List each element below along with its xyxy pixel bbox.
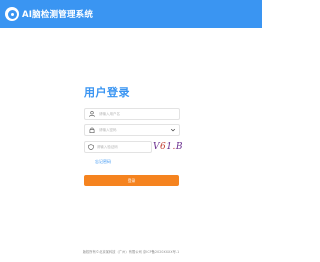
- user-icon: [87, 109, 97, 119]
- captcha-image[interactable]: V 6 1 . B: [153, 140, 182, 154]
- username-input[interactable]: [99, 109, 169, 119]
- password-input[interactable]: [99, 125, 169, 135]
- captcha-icon: [87, 142, 95, 152]
- app-header: AI脑检测管理系统: [0, 0, 262, 28]
- footer-copyright: 版权所有©北京某科技（广州）有限公司 京ICP备2020XXXX号-1: [82, 250, 180, 254]
- login-heading: 用户登录: [84, 86, 130, 99]
- logo-icon: [5, 7, 19, 21]
- app-title: AI脑检测管理系统: [22, 10, 94, 20]
- chevron-down-icon[interactable]: [170, 127, 176, 133]
- captcha-input[interactable]: [96, 142, 151, 152]
- password-field[interactable]: [84, 124, 180, 136]
- captcha-field[interactable]: [84, 141, 152, 153]
- username-field[interactable]: [84, 108, 180, 120]
- forgot-password-link[interactable]: 忘记密码: [95, 159, 111, 165]
- lock-icon: [87, 125, 97, 135]
- login-button[interactable]: 登录: [84, 175, 179, 186]
